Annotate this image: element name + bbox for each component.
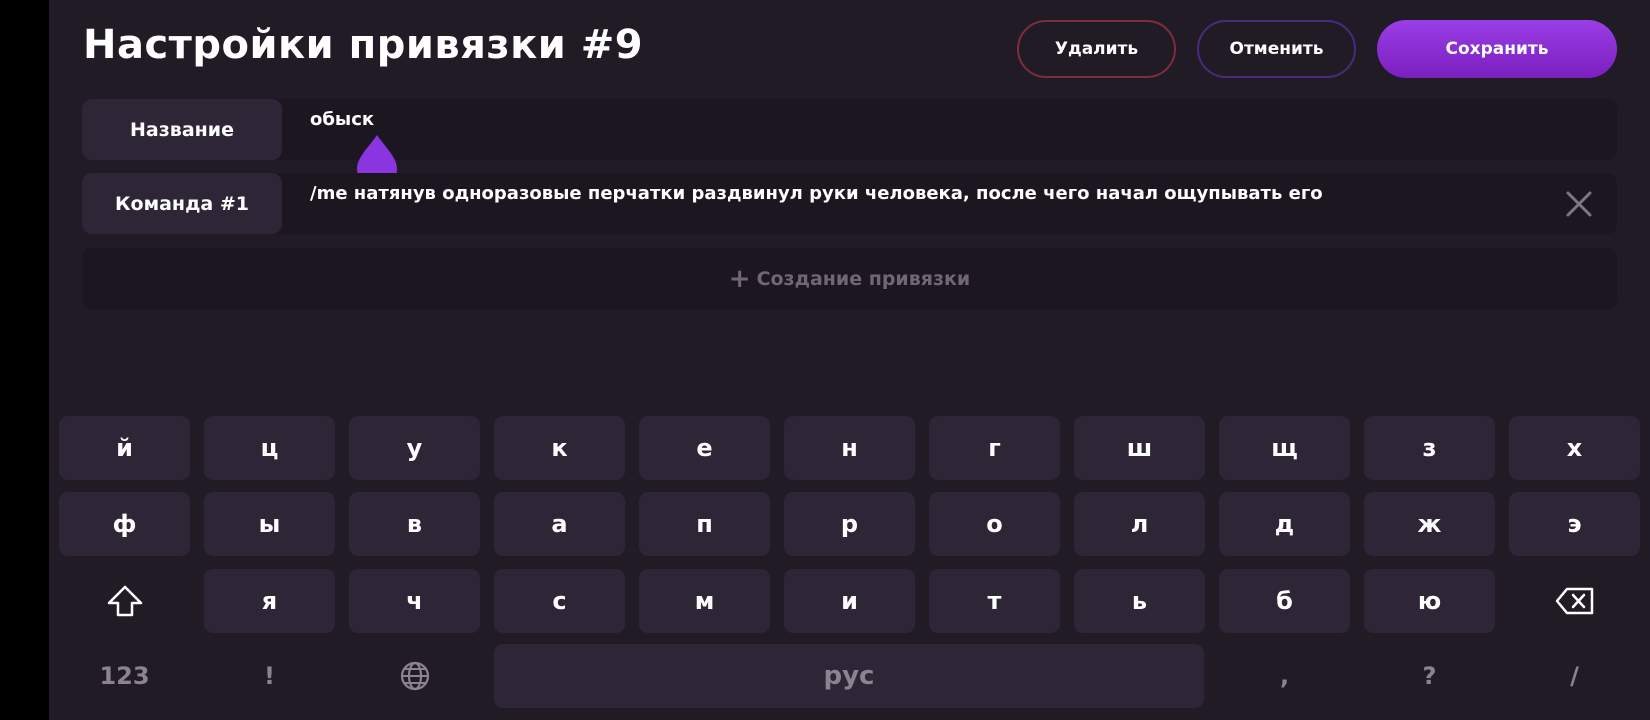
key[interactable]: р xyxy=(784,492,915,556)
key[interactable]: ш xyxy=(1074,416,1205,480)
key[interactable]: щ xyxy=(1219,416,1350,480)
key[interactable]: т xyxy=(929,569,1060,633)
key[interactable]: л xyxy=(1074,492,1205,556)
binding-settings-screen: Настройки привязки #9 Удалить Отменить С… xyxy=(49,0,1650,720)
key[interactable]: н xyxy=(784,416,915,480)
key[interactable]: в xyxy=(349,492,480,556)
key[interactable]: ь xyxy=(1074,569,1205,633)
backspace-key[interactable] xyxy=(1509,569,1640,633)
key[interactable]: ф xyxy=(59,492,190,556)
language-key[interactable] xyxy=(349,644,480,708)
key[interactable]: ц xyxy=(204,416,335,480)
command-field-row: Команда #1 /me натянув одноразовые перча… xyxy=(82,173,1617,234)
key[interactable]: с xyxy=(494,569,625,633)
close-icon xyxy=(1566,191,1592,217)
key[interactable]: ж xyxy=(1364,492,1495,556)
key[interactable]: д xyxy=(1219,492,1350,556)
key[interactable]: к xyxy=(494,416,625,480)
space-key[interactable]: рус xyxy=(494,644,1204,708)
command-label: Команда #1 xyxy=(82,173,282,234)
key[interactable]: я xyxy=(204,569,335,633)
key[interactable]: х xyxy=(1509,416,1640,480)
comma-key[interactable]: , xyxy=(1219,644,1350,708)
key[interactable]: м xyxy=(639,569,770,633)
key[interactable]: а xyxy=(494,492,625,556)
key[interactable]: е xyxy=(639,416,770,480)
save-button[interactable]: Сохранить xyxy=(1377,20,1617,78)
name-field-row: Название обыск xyxy=(82,99,1617,160)
key[interactable]: э xyxy=(1509,492,1640,556)
name-label: Название xyxy=(82,99,282,160)
key[interactable]: ы xyxy=(204,492,335,556)
clear-command-button[interactable] xyxy=(1565,190,1593,218)
cancel-button[interactable]: Отменить xyxy=(1197,20,1356,78)
plus-icon: + xyxy=(728,264,751,294)
key[interactable]: о xyxy=(929,492,1060,556)
create-binding-button[interactable]: + Создание привязки xyxy=(82,248,1617,310)
page-title: Настройки привязки #9 xyxy=(83,22,644,68)
on-screen-keyboard: й ц у к е н г ш щ з х ф ы в а п р о л д … xyxy=(49,400,1650,720)
key[interactable]: ю xyxy=(1364,569,1495,633)
key[interactable]: и xyxy=(784,569,915,633)
key[interactable]: б xyxy=(1219,569,1350,633)
key[interactable]: п xyxy=(639,492,770,556)
backspace-icon xyxy=(1555,587,1593,615)
numbers-key[interactable]: 123 xyxy=(59,644,190,708)
shift-key[interactable] xyxy=(59,569,190,633)
create-binding-label: Создание привязки xyxy=(756,268,971,290)
shift-icon xyxy=(107,585,142,617)
command-input[interactable]: /me натянув одноразовые перчатки раздвин… xyxy=(310,183,1323,204)
question-key[interactable]: ? xyxy=(1364,644,1495,708)
delete-button[interactable]: Удалить xyxy=(1017,20,1176,78)
key[interactable]: г xyxy=(929,416,1060,480)
exclaim-key[interactable]: ! xyxy=(204,644,335,708)
name-input[interactable]: обыск xyxy=(310,109,374,130)
globe-icon xyxy=(400,661,429,691)
key[interactable]: з xyxy=(1364,416,1495,480)
slash-key[interactable]: / xyxy=(1509,644,1640,708)
key[interactable]: ч xyxy=(349,569,480,633)
key[interactable]: у xyxy=(349,416,480,480)
key[interactable]: й xyxy=(59,416,190,480)
